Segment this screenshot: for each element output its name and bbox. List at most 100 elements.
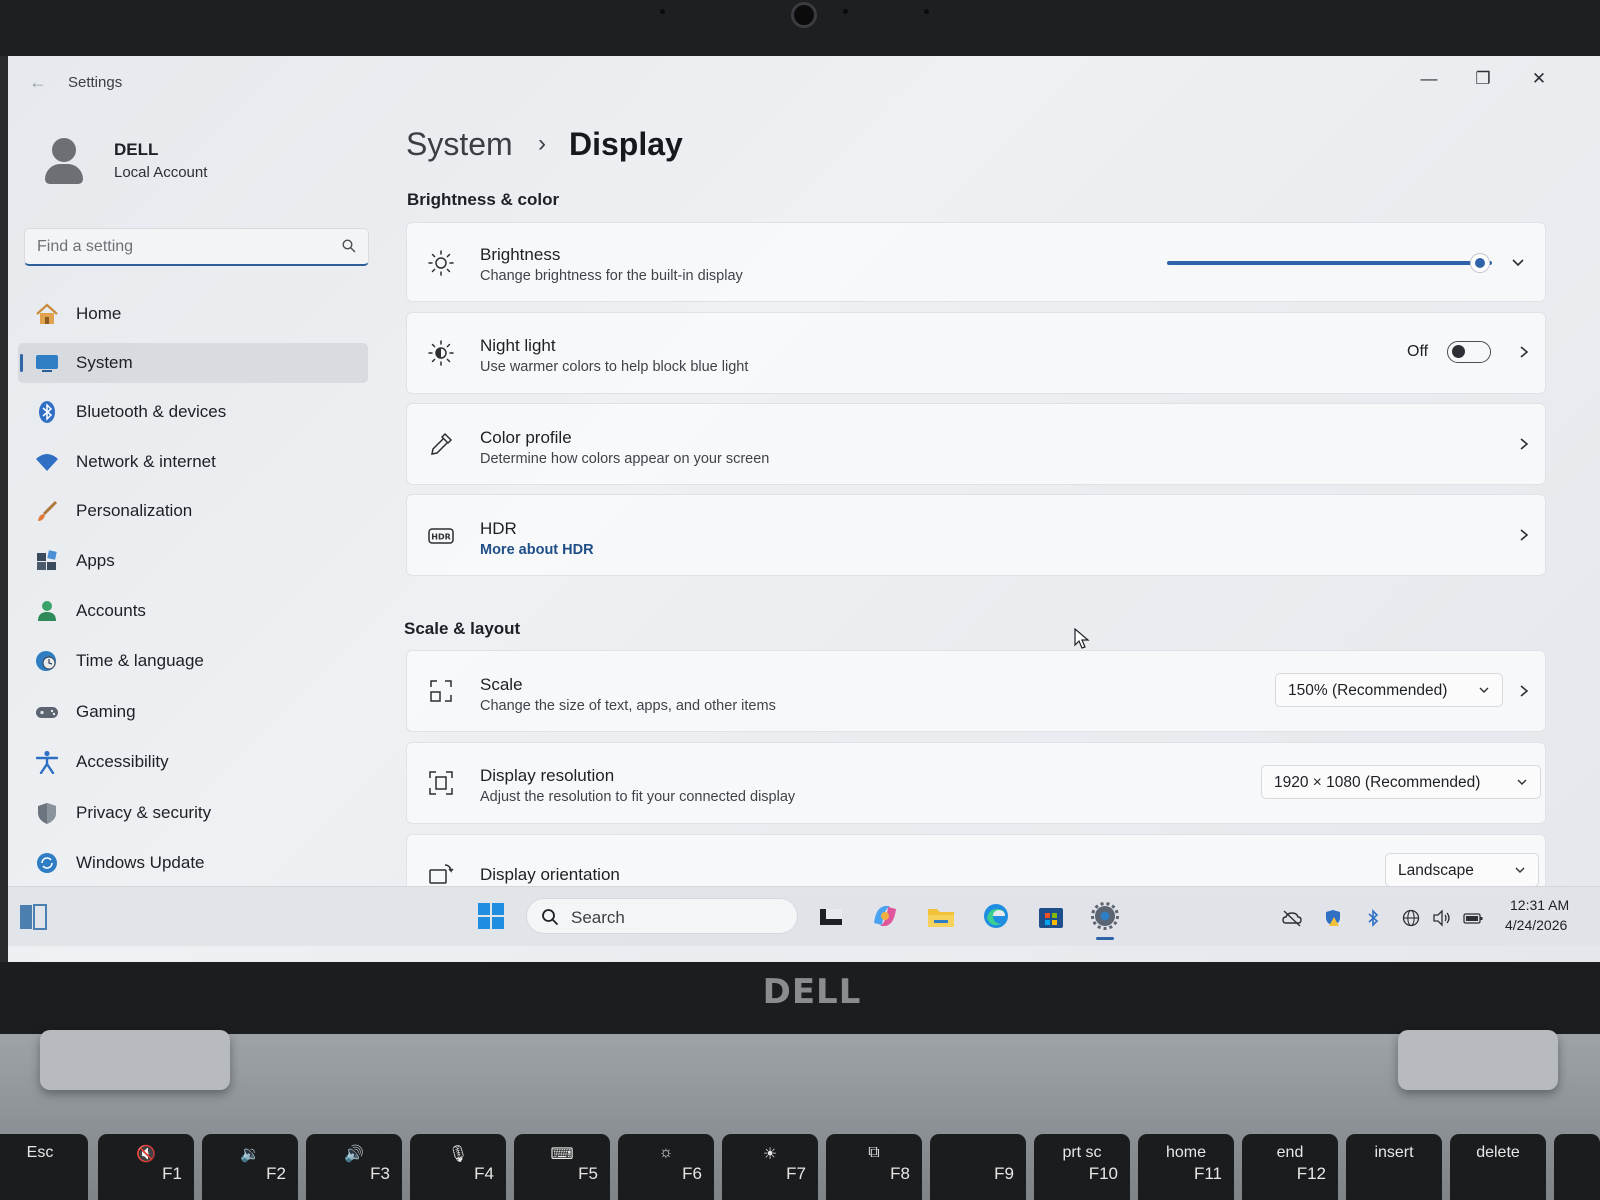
night-light-toggle[interactable] [1447,341,1491,363]
sidebar-item-label: Time & language [76,651,204,670]
system-icon [36,355,58,372]
sidebar-item-label: Accessibility [76,752,169,771]
key-f6: ☼ F6 [618,1134,714,1200]
taskbar: Search 12:31 AM 4/24/2026 [8,886,1600,946]
sensor-dot [924,9,929,14]
sidebar-item-apps[interactable]: Apps [18,541,368,581]
chevron-right-icon[interactable] [1517,345,1531,359]
sidebar-item-windows-update[interactable]: Windows Update [18,843,368,883]
app-title: Settings [68,74,123,91]
sidebar-item-label: Gaming [76,702,136,721]
color-profile-subtitle: Determine how colors appear on your scre… [480,451,770,467]
back-arrow-icon[interactable]: ← [26,72,50,92]
taskbar-search[interactable]: Search [526,898,798,934]
hdr-learn-more-link[interactable]: More about HDR [480,542,594,558]
hinge-left [40,1030,230,1090]
volume-icon[interactable] [1432,909,1452,927]
avatar[interactable] [44,138,83,184]
orientation-dropdown[interactable]: Landscape [1385,853,1539,887]
brightness-card: Brightness Change brightness for the bui… [406,222,1546,302]
bluetooth-icon[interactable] [1363,909,1383,927]
page-title: Display [569,126,683,162]
brightness-icon [428,250,454,276]
hdr-card[interactable]: HDR HDR More about HDR [406,494,1546,576]
sidebar-item-personalization[interactable]: Personalization [18,491,368,531]
section-title-scale-layout: Scale & layout [404,619,521,638]
key-insert: insert [1346,1134,1442,1200]
home-icon [36,303,58,324]
close-button[interactable]: ✕ [1516,64,1562,94]
settings-gear-icon[interactable] [1090,901,1120,931]
hinge-right [1398,1030,1558,1090]
sidebar-item-label: Apps [76,551,115,570]
night-light-state: Off [1407,343,1429,360]
chevron-right-icon[interactable] [1517,437,1531,451]
orientation-dropdown-value: Landscape [1398,862,1474,879]
brightness-slider-track[interactable] [1167,261,1492,265]
sidebar-item-system[interactable]: System [18,343,368,383]
eyedropper-icon [431,432,453,455]
brightness-slider-thumb[interactable] [1470,253,1490,273]
copilot-icon[interactable] [870,901,900,931]
security-shield-icon[interactable] [1323,909,1343,927]
color-profile-title: Color profile [480,428,572,447]
minimize-button[interactable]: — [1406,64,1452,94]
update-icon [37,853,57,873]
sidebar-item-time-language[interactable]: Time & language [18,641,368,681]
breadcrumb-parent[interactable]: System [406,126,513,163]
maximize-button[interactable]: ❐ [1460,64,1506,94]
sidebar-item-gaming[interactable]: Gaming [18,692,368,732]
breadcrumb-separator: › [538,130,546,157]
orientation-card: Display orientation Landscape [406,834,1546,894]
store-icon[interactable] [1036,901,1066,931]
scale-title: Scale [480,675,523,694]
color-profile-card[interactable]: Color profile Determine how colors appea… [406,403,1546,485]
file-explorer-icon[interactable] [926,901,956,931]
hdr-title: HDR [480,519,517,538]
svg-text:HDR: HDR [431,533,451,542]
battery-icon[interactable] [1463,909,1483,927]
sidebar-item-accessibility[interactable]: Accessibility [18,742,368,782]
night-light-subtitle: Use warmer colors to help block blue lig… [480,359,749,375]
chevron-right-icon[interactable] [1517,684,1531,698]
clock-time[interactable]: 12:31 AM [1510,897,1569,913]
sidebar-item-bluetooth[interactable]: Bluetooth & devices [18,392,368,432]
cloud-off-icon[interactable] [1282,909,1302,927]
title-bar: ← Settings — ❐ ✕ [8,56,1600,108]
orientation-icon [429,864,454,884]
sidebar-item-privacy[interactable]: Privacy & security [18,793,368,833]
network-globe-icon[interactable] [1401,909,1421,927]
key-f5: ⌨ F5 [514,1134,610,1200]
dell-logo: DELL [762,972,862,1012]
night-light-icon [428,340,454,366]
section-title-brightness-color: Brightness & color [407,190,560,209]
chevron-right-icon[interactable] [1517,528,1531,542]
search-input[interactable] [37,236,327,258]
start-icon[interactable] [476,901,506,931]
search-box[interactable] [24,228,369,266]
key-f12: end F12 [1242,1134,1338,1200]
sidebar-item-network[interactable]: Network & internet [18,442,368,482]
sidebar-item-label: Privacy & security [76,803,212,822]
scale-card[interactable]: Scale Change the size of text, apps, and… [406,650,1546,732]
key-esc: Esc [0,1134,88,1200]
task-view-icon[interactable] [816,901,846,931]
key-delete: delete [1450,1134,1546,1200]
brightness-subtitle: Change brightness for the built-in displ… [480,268,743,284]
night-light-card[interactable]: Night light Use warmer colors to help bl… [406,312,1546,394]
resolution-dropdown[interactable]: 1920 × 1080 (Recommended) [1261,765,1541,799]
sidebar-item-accounts[interactable]: Accounts [18,591,368,631]
scale-dropdown[interactable]: 150% (Recommended) [1275,673,1503,707]
key-f11: home F11 [1138,1134,1234,1200]
chevron-down-icon[interactable] [1511,256,1525,270]
night-light-title: Night light [480,336,556,355]
resolution-icon [429,771,453,795]
clock-date[interactable]: 4/24/2026 [1505,917,1567,933]
webcam [791,2,817,28]
edge-icon[interactable] [981,901,1011,931]
sidebar-item-home[interactable]: Home [18,294,368,334]
widgets-icon[interactable] [18,902,48,932]
chevron-down-icon [1515,867,1525,873]
active-app-indicator [1096,937,1114,940]
search-icon[interactable] [342,239,356,253]
